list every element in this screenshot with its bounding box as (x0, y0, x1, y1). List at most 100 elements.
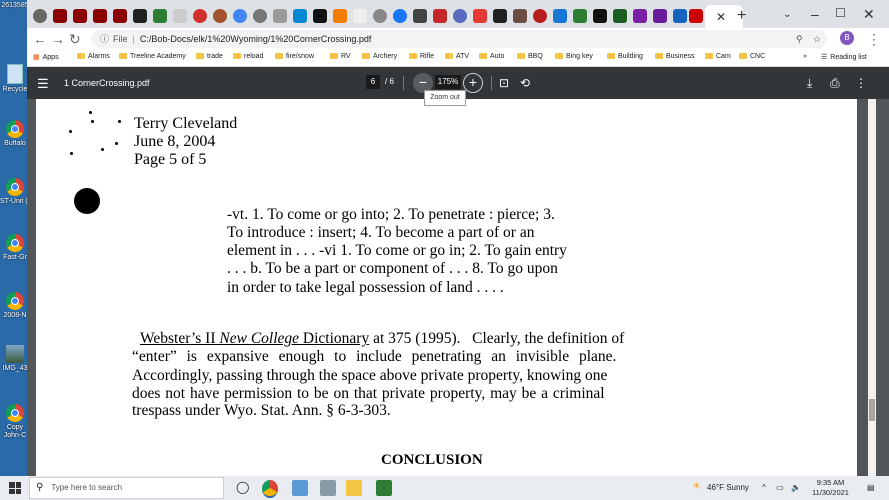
tab-favicon[interactable] (453, 9, 467, 23)
bookmark-item[interactable]: CNC (739, 53, 765, 60)
desktop-icon-2008[interactable]: 2008-N (0, 292, 30, 319)
bookmark-item[interactable]: Building (607, 53, 643, 60)
reading-list-button[interactable]: ☰ Reading list (821, 53, 867, 61)
bookmark-item[interactable]: Archery (362, 53, 397, 60)
tab-favicon[interactable] (573, 9, 587, 23)
reload-icon[interactable]: ↻ (69, 31, 81, 48)
tab-favicon[interactable] (353, 9, 367, 23)
tab-favicon[interactable] (613, 9, 627, 23)
tab-favicon[interactable] (653, 9, 667, 23)
desktop-icon-recycle[interactable]: Recycle (0, 64, 30, 93)
show-hidden-icons[interactable]: ^ (762, 483, 766, 492)
tab-favicon[interactable] (433, 9, 447, 23)
more-options-icon[interactable]: ⋮ (855, 76, 867, 90)
more-menu-icon[interactable]: ⋮ (867, 31, 881, 48)
bookmark-item[interactable]: RV (330, 53, 351, 60)
desktop-icon-1[interactable]: 2613585 (0, 2, 30, 9)
weather-icon[interactable]: ☀ (692, 481, 701, 492)
close-window-icon[interactable]: ✕ (863, 6, 875, 23)
tab-favicon[interactable] (153, 9, 167, 23)
tab-favicon[interactable] (593, 9, 607, 23)
tab-favicon[interactable] (213, 9, 227, 23)
network-icon[interactable]: ▭ (776, 483, 784, 492)
menu-icon[interactable]: ☰ (37, 76, 49, 92)
bookmark-item[interactable]: Cam (705, 53, 731, 60)
minimize-icon[interactable]: – (811, 6, 819, 22)
desktop-icon-st-unit[interactable]: ST-Unit (1).p (0, 178, 30, 205)
tab-favicon[interactable] (689, 9, 703, 23)
zoom-icon[interactable]: ⚲ (796, 30, 803, 48)
maximize-icon[interactable]: ☐ (835, 6, 846, 20)
bookmark-item[interactable]: Auto (479, 53, 504, 60)
vertical-scrollbar[interactable] (868, 99, 876, 476)
file-explorer-icon[interactable] (346, 480, 362, 496)
back-icon[interactable]: ← (33, 31, 47, 47)
desktop-icon-copy[interactable]: Copy John-C (0, 404, 30, 440)
scrollbar-thumb[interactable] (869, 399, 875, 421)
info-icon[interactable]: ⓘ (100, 34, 109, 44)
tab-favicon[interactable] (53, 9, 67, 23)
task-view-icon[interactable]: ◯ (236, 480, 249, 494)
bookmark-item[interactable]: Bing key (555, 53, 593, 60)
tab-favicon[interactable] (93, 9, 107, 23)
bookmark-item[interactable]: Rifle (409, 53, 434, 60)
print-icon[interactable]: ⎙ (830, 76, 840, 91)
chrome-taskbar-icon[interactable] (262, 480, 278, 498)
desktop-icon-fast-gr[interactable]: Fast-Gr (0, 234, 30, 261)
taskbar-search-input[interactable]: ⚲ Type here to search (29, 477, 224, 499)
forward-icon[interactable]: → (51, 31, 65, 47)
download-icon[interactable]: ⤓ (807, 76, 812, 91)
tab-favicon[interactable] (73, 9, 87, 23)
bookmark-item[interactable]: Alarms (77, 53, 110, 60)
bookmark-item[interactable]: trade (196, 53, 223, 60)
tab-favicon[interactable] (293, 9, 307, 23)
tab-favicon[interactable] (473, 9, 487, 23)
tab-favicon[interactable] (393, 9, 407, 23)
system-clock[interactable]: 9:35 AM 11/30/2021 (812, 478, 849, 498)
photos-taskbar-icon[interactable] (292, 480, 308, 496)
tab-favicon[interactable] (273, 9, 287, 23)
pdf-viewer[interactable]: Terry Cleveland June 8, 2004 Page 5 of 5… (27, 99, 889, 476)
app-taskbar-icon[interactable] (376, 480, 392, 496)
address-bar[interactable]: ⓘ File | C:/Bob-Docs/elk/1%20Wyoming/1%20Co… (91, 30, 827, 48)
volume-icon[interactable]: 🔈 (791, 483, 801, 492)
bookmark-item[interactable]: reload (233, 53, 263, 60)
tab-favicon[interactable] (233, 9, 247, 23)
tab-favicon[interactable] (373, 9, 387, 23)
apps-button[interactable]: ▦ Apps (33, 53, 59, 61)
bookmark-item[interactable]: Business (655, 53, 694, 60)
tab-favicon[interactable] (633, 9, 647, 23)
tab-favicon[interactable] (253, 9, 267, 23)
tab-favicon[interactable] (113, 9, 127, 23)
bookmarks-overflow[interactable]: » (803, 53, 807, 60)
tab-favicon[interactable] (333, 9, 347, 23)
sniping-tool-icon[interactable] (320, 480, 336, 496)
close-tab-icon[interactable]: ✕ (716, 10, 726, 24)
fit-page-icon[interactable]: ⊡ (499, 76, 509, 90)
page-number-input[interactable]: 6 (366, 75, 380, 89)
desktop-icon-buffalo[interactable]: Buffalo (0, 120, 30, 147)
windows-start-icon[interactable] (9, 482, 21, 494)
tab-search-icon[interactable]: ⌄ (783, 9, 791, 20)
zoom-level-input[interactable]: 175% (435, 75, 461, 89)
zoom-in-button[interactable]: + (463, 73, 483, 93)
new-tab-icon[interactable]: + (737, 7, 746, 25)
tab-favicon[interactable] (33, 9, 47, 23)
rotate-icon[interactable]: ⟲ (520, 76, 530, 90)
tab-favicon[interactable] (673, 9, 687, 23)
bookmark-item[interactable]: fire/snow (275, 53, 314, 60)
bookmark-item[interactable]: ATV (445, 53, 469, 60)
tab-favicon[interactable] (513, 9, 527, 23)
tab-favicon[interactable] (313, 9, 327, 23)
tab-favicon[interactable] (173, 9, 187, 23)
weather-text[interactable]: 46°F Sunny (707, 483, 749, 492)
bookmark-item[interactable]: Treeline Academy (119, 53, 186, 60)
tab-favicon[interactable] (533, 9, 547, 23)
bookmark-star-icon[interactable]: ☆ (813, 30, 821, 48)
tab-favicon[interactable] (553, 9, 567, 23)
tab-favicon[interactable] (133, 9, 147, 23)
desktop-icon-img[interactable]: IMG_43 (0, 345, 30, 372)
bookmark-item[interactable]: BBQ (517, 53, 543, 60)
profile-avatar[interactable]: B (840, 31, 854, 45)
notifications-icon[interactable]: ▤ (867, 483, 875, 492)
